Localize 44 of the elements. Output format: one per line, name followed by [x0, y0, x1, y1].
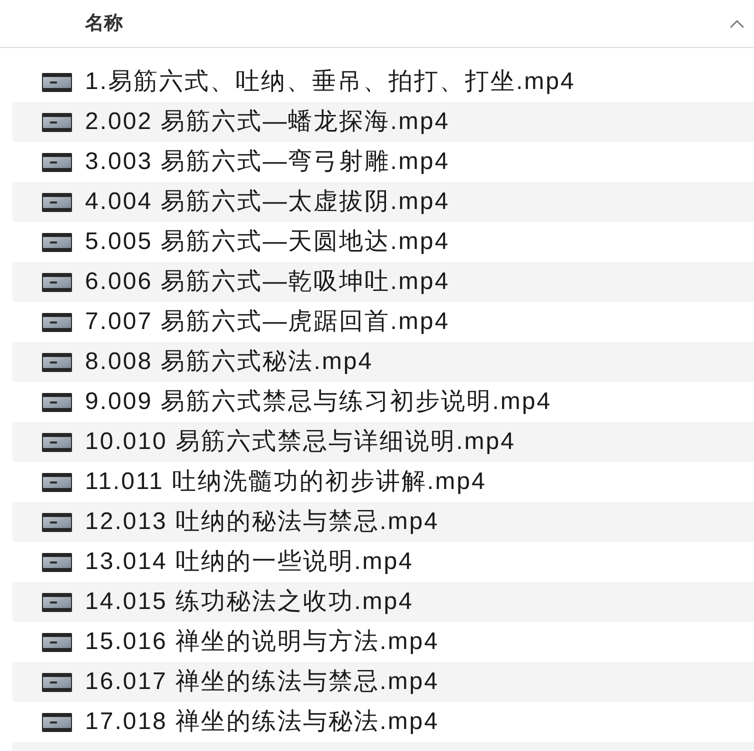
- video-file-icon: [42, 232, 72, 252]
- file-name: 15.016 禅坐的说明与方法.mp4: [85, 630, 439, 654]
- file-row[interactable]: 2.002 易筋六式—蟠龙探海.mp4: [12, 102, 754, 142]
- video-file-icon: [42, 632, 72, 652]
- file-name: 1.易筋六式、吐纳、垂吊、拍打、打坐.mp4: [85, 70, 576, 94]
- file-name: 6.006 易筋六式—乾吸坤吐.mp4: [85, 270, 450, 294]
- video-file-icon: [42, 352, 72, 372]
- file-name: 14.015 练功秘法之收功.mp4: [85, 590, 414, 614]
- file-name: 17.018 禅坐的练法与秘法.mp4: [85, 710, 439, 734]
- chevron-up-icon[interactable]: [730, 18, 744, 28]
- file-name: 13.014 吐纳的一些说明.mp4: [85, 550, 414, 574]
- file-row[interactable]: 8.008 易筋六式秘法.mp4: [12, 342, 754, 382]
- file-row[interactable]: 6.006 易筋六式—乾吸坤吐.mp4: [12, 262, 754, 302]
- file-name: 3.003 易筋六式—弯弓射雕.mp4: [85, 150, 450, 174]
- file-name: 7.007 易筋六式—虎踞回首.mp4: [85, 310, 450, 334]
- video-file-icon: [42, 312, 72, 332]
- video-file-icon: [42, 192, 72, 212]
- video-file-icon: [42, 432, 72, 452]
- video-file-icon: [42, 512, 72, 532]
- video-file-icon: [42, 592, 72, 612]
- video-file-icon: [42, 392, 72, 412]
- file-name: 9.009 易筋六式禁忌与练习初步说明.mp4: [85, 390, 552, 414]
- column-header[interactable]: 名称: [85, 14, 123, 33]
- file-name: 10.010 易筋六式禁忌与详细说明.mp4: [85, 430, 516, 454]
- video-file-icon: [42, 152, 72, 172]
- file-name: 8.008 易筋六式秘法.mp4: [85, 350, 374, 374]
- file-name: 2.002 易筋六式—蟠龙探海.mp4: [85, 110, 450, 134]
- file-name: 12.013 吐纳的秘法与禁忌.mp4: [85, 510, 439, 534]
- file-name: 5.005 易筋六式—天圆地达.mp4: [85, 230, 450, 254]
- file-row[interactable]: 14.015 练功秘法之收功.mp4: [12, 582, 754, 622]
- video-file-icon: [42, 272, 72, 292]
- file-row[interactable]: 16.017 禅坐的练法与禁忌.mp4: [12, 662, 754, 702]
- file-row[interactable]: 10.010 易筋六式禁忌与详细说明.mp4: [12, 422, 754, 462]
- video-file-icon: [42, 552, 72, 572]
- video-file-icon: [42, 112, 72, 132]
- video-file-icon: [42, 72, 72, 92]
- file-name: 4.004 易筋六式—太虚拔阴.mp4: [85, 190, 450, 214]
- file-row[interactable]: 12.013 吐纳的秘法与禁忌.mp4: [12, 502, 754, 542]
- file-row[interactable]: 4.004 易筋六式—太虚拔阴.mp4: [12, 182, 754, 222]
- file-name: 16.017 禅坐的练法与禁忌.mp4: [85, 670, 439, 694]
- video-file-icon: [42, 712, 72, 732]
- video-file-icon: [42, 472, 72, 492]
- video-file-icon: [42, 672, 72, 692]
- file-name: 11.011 吐纳洗髓功的初步讲解.mp4: [85, 470, 486, 494]
